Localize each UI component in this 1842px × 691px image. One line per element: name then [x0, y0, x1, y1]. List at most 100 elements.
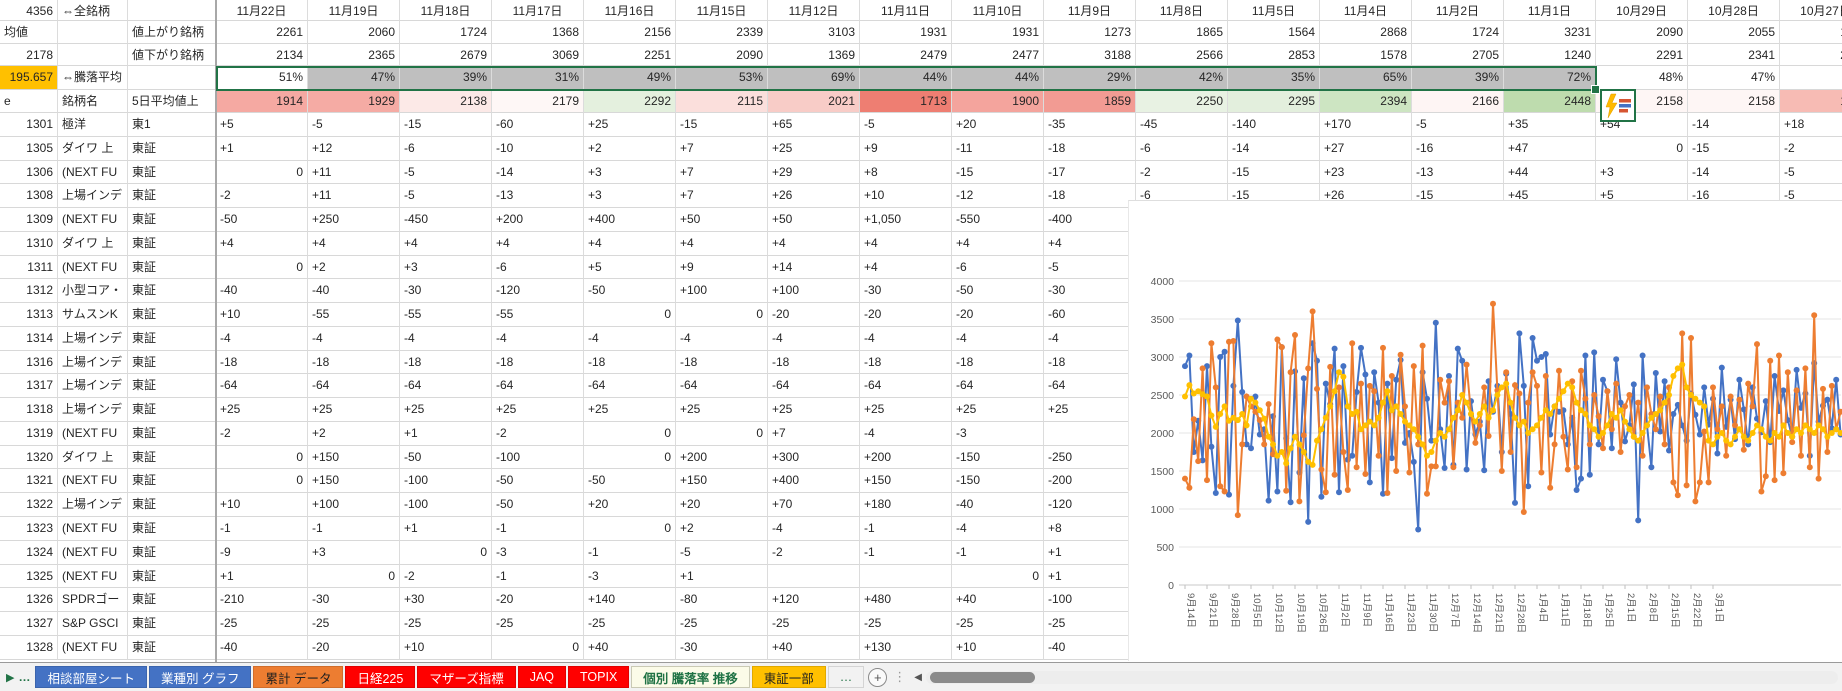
- change-value[interactable]: -200: [1044, 469, 1136, 493]
- stock-code[interactable]: 1301: [0, 113, 58, 137]
- change-value[interactable]: +7: [768, 422, 860, 446]
- cell[interactable]: [58, 44, 128, 66]
- change-value[interactable]: +25: [768, 398, 860, 422]
- change-value[interactable]: 0: [584, 517, 676, 541]
- change-value[interactable]: -20: [860, 303, 952, 327]
- avg5-value[interactable]: 2021: [768, 90, 860, 113]
- date-header[interactable]: 11月5日: [1228, 0, 1320, 21]
- change-value[interactable]: +400: [768, 469, 860, 493]
- change-value[interactable]: -1: [308, 517, 400, 541]
- change-value[interactable]: -4: [584, 327, 676, 351]
- change-value[interactable]: -450: [400, 208, 492, 232]
- change-value[interactable]: -25: [676, 612, 768, 636]
- market-label[interactable]: 東証: [128, 422, 216, 446]
- stock-name[interactable]: SPDRゴー: [58, 588, 128, 612]
- advancers-value[interactable]: 1865: [1136, 21, 1228, 44]
- market-label[interactable]: 東1: [128, 113, 216, 137]
- change-value[interactable]: +12: [308, 137, 400, 161]
- change-value[interactable]: -20: [768, 303, 860, 327]
- change-value[interactable]: -4: [860, 327, 952, 351]
- change-value[interactable]: 0: [216, 446, 308, 470]
- change-value[interactable]: -2: [768, 541, 860, 565]
- stock-code[interactable]: 1311: [0, 256, 58, 280]
- change-value[interactable]: -10: [492, 137, 584, 161]
- change-value[interactable]: +29: [768, 161, 860, 185]
- change-value[interactable]: -25: [492, 612, 584, 636]
- decliners-value[interactable]: 2291: [1596, 44, 1688, 66]
- change-value[interactable]: +9: [676, 256, 768, 280]
- change-value[interactable]: -100: [1044, 588, 1136, 612]
- change-value[interactable]: -4: [1044, 327, 1136, 351]
- date-header[interactable]: 11月4日: [1320, 0, 1412, 21]
- change-value[interactable]: -150: [952, 446, 1044, 470]
- change-value[interactable]: +400: [584, 208, 676, 232]
- stock-name[interactable]: 上場インデ: [58, 184, 128, 208]
- date-header[interactable]: 10月29日: [1596, 0, 1688, 21]
- change-value[interactable]: -18: [952, 351, 1044, 375]
- change-value[interactable]: +2: [584, 137, 676, 161]
- date-header[interactable]: 10月27日: [1780, 0, 1842, 21]
- avg-value[interactable]: 2178: [0, 44, 58, 66]
- change-value[interactable]: -6: [1136, 137, 1228, 161]
- change-value[interactable]: +25: [492, 398, 584, 422]
- decliners-value[interactable]: 1240: [1504, 44, 1596, 66]
- advancers-value[interactable]: 1724: [1412, 21, 1504, 44]
- date-header[interactable]: 11月19日: [308, 0, 400, 21]
- advancers-value[interactable]: 3103: [768, 21, 860, 44]
- ratio-value[interactable]: 47%: [1688, 66, 1780, 90]
- market-label[interactable]: 東証: [128, 279, 216, 303]
- change-value[interactable]: -40: [216, 636, 308, 660]
- change-value[interactable]: -4: [676, 327, 768, 351]
- decliners-value[interactable]: 2853: [1228, 44, 1320, 66]
- stock-name[interactable]: 上場インデ: [58, 327, 128, 351]
- change-value[interactable]: -30: [1044, 279, 1136, 303]
- change-value[interactable]: +10: [952, 636, 1044, 660]
- line-chart[interactable]: 050010001500200025003000350040009月14日9月2…: [1128, 200, 1842, 661]
- change-value[interactable]: -5: [308, 113, 400, 137]
- change-value[interactable]: -16: [1412, 137, 1504, 161]
- change-value[interactable]: +25: [1044, 398, 1136, 422]
- change-value[interactable]: -14: [492, 161, 584, 185]
- change-value[interactable]: -50: [952, 279, 1044, 303]
- avg5-value[interactable]: 1964: [1780, 90, 1842, 113]
- change-value[interactable]: +25: [860, 398, 952, 422]
- change-value[interactable]: -50: [492, 469, 584, 493]
- change-value[interactable]: -5: [676, 541, 768, 565]
- advancers-value[interactable]: 1732: [1780, 21, 1842, 44]
- change-value[interactable]: +14: [768, 256, 860, 280]
- stock-code[interactable]: 1313: [0, 303, 58, 327]
- stock-name[interactable]: 上場インデ: [58, 351, 128, 375]
- change-value[interactable]: +1: [216, 137, 308, 161]
- change-value[interactable]: -18: [860, 351, 952, 375]
- decliners-value[interactable]: 1578: [1320, 44, 1412, 66]
- change-value[interactable]: -40: [308, 279, 400, 303]
- change-value[interactable]: -4: [308, 327, 400, 351]
- avg5-value[interactable]: 1713: [860, 90, 952, 113]
- stock-name[interactable]: ダイワ 上: [58, 137, 128, 161]
- change-value[interactable]: -3: [584, 565, 676, 589]
- stock-code[interactable]: 1324: [0, 541, 58, 565]
- avg5-value[interactable]: 1900: [952, 90, 1044, 113]
- date-header[interactable]: 11月22日: [216, 0, 308, 21]
- ratio-value[interactable]: 35%: [1228, 66, 1320, 90]
- change-value[interactable]: -40: [1044, 636, 1136, 660]
- change-value[interactable]: +25: [768, 137, 860, 161]
- ratio-value[interactable]: 29%: [1044, 66, 1136, 90]
- change-value[interactable]: +3: [400, 256, 492, 280]
- market-label[interactable]: 東証: [128, 517, 216, 541]
- change-value[interactable]: -13: [492, 184, 584, 208]
- decliners-value[interactable]: 2566: [1136, 44, 1228, 66]
- change-value[interactable]: -12: [952, 184, 1044, 208]
- ratio-value[interactable]: 65%: [1320, 66, 1412, 90]
- market-label[interactable]: 東証: [128, 565, 216, 589]
- change-value[interactable]: -550: [952, 208, 1044, 232]
- ratio-value[interactable]: 40%: [1780, 66, 1842, 90]
- advancers-value[interactable]: 1368: [492, 21, 584, 44]
- stock-name[interactable]: (NEXT FU: [58, 565, 128, 589]
- change-value[interactable]: -4: [400, 327, 492, 351]
- sheet-tab[interactable]: マザーズ指標: [417, 666, 515, 688]
- advancers-value[interactable]: 2261: [216, 21, 308, 44]
- sheet-tab[interactable]: 累計 データ: [253, 666, 343, 688]
- stock-name[interactable]: 極洋: [58, 113, 128, 137]
- stock-code[interactable]: 1318: [0, 398, 58, 422]
